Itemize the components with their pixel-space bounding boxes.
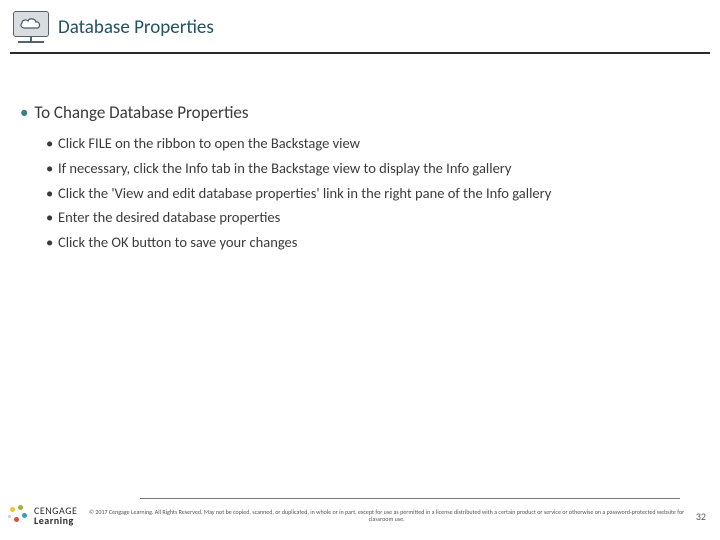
page-number: 32 [696,510,712,523]
footer-divider [140,498,680,499]
cengage-logo: CENGAGE Learning [8,505,77,527]
heading-text: To Change Database Properties [34,102,248,123]
logo-text: CENGAGE Learning [34,506,77,526]
bullet-list: Click FILE on the ribbon to open the Bac… [20,133,700,254]
list-item: If necessary, click the Info tab in the … [46,158,700,180]
logo-mark-icon [8,505,30,527]
list-item: Enter the desired database properties [46,207,700,229]
cloud-monitor-icon [10,8,52,46]
page-title: Database Properties [58,16,214,39]
copyright-text: © 2017 Cengage Learning. All Rights Rese… [77,509,695,523]
content-area: • To Change Database Properties Click FI… [0,54,720,254]
list-item: Click FILE on the ribbon to open the Bac… [46,133,700,155]
list-item: Click the 'View and edit database proper… [46,183,700,205]
list-item: Click the OK button to save your changes [46,232,700,254]
slide-footer: CENGAGE Learning © 2017 Cengage Learning… [0,492,720,540]
slide-header: Database Properties [0,0,720,46]
logo-line2: Learning [34,516,77,526]
section-heading: • To Change Database Properties [20,102,700,123]
